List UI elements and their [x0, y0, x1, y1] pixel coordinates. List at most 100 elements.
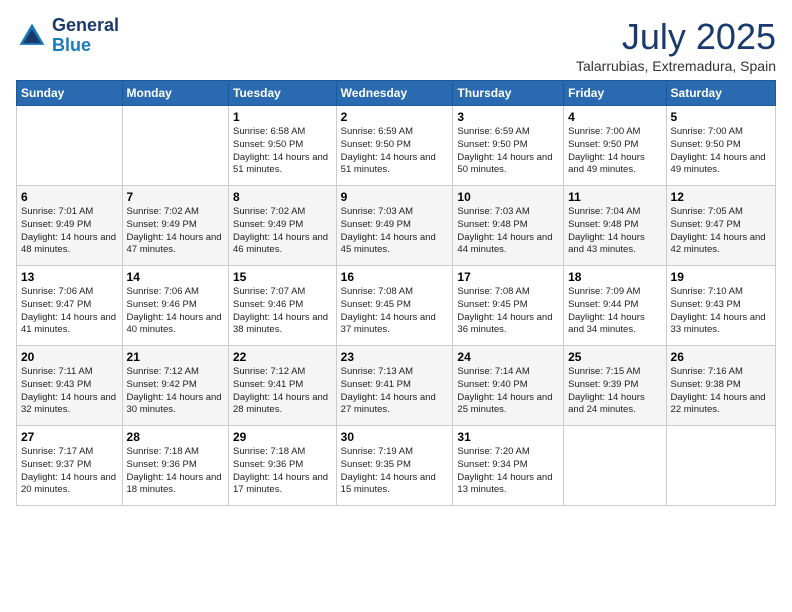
day-info: Sunrise: 7:10 AM Sunset: 9:43 PM Dayligh…: [671, 286, 771, 337]
day-info: Sunrise: 7:18 AM Sunset: 9:36 PM Dayligh…: [233, 446, 332, 497]
day-info: Sunrise: 7:04 AM Sunset: 9:48 PM Dayligh…: [568, 206, 661, 257]
day-info: Sunrise: 7:06 AM Sunset: 9:46 PM Dayligh…: [127, 286, 224, 337]
day-info: Sunrise: 7:20 AM Sunset: 9:34 PM Dayligh…: [457, 446, 559, 497]
calendar-cell: 14 Sunrise: 7:06 AM Sunset: 9:46 PM Dayli…: [122, 266, 228, 346]
calendar-cell: 24 Sunrise: 7:14 AM Sunset: 9:40 PM Dayli…: [453, 346, 564, 426]
day-info: Sunrise: 7:09 AM Sunset: 9:44 PM Dayligh…: [568, 286, 661, 337]
day-info: Sunrise: 7:06 AM Sunset: 9:47 PM Dayligh…: [21, 286, 118, 337]
day-info: Sunrise: 6:59 AM Sunset: 9:50 PM Dayligh…: [341, 126, 449, 177]
day-info: Sunrise: 7:11 AM Sunset: 9:43 PM Dayligh…: [21, 366, 118, 417]
calendar-cell: 11 Sunrise: 7:04 AM Sunset: 9:48 PM Dayli…: [564, 186, 666, 266]
calendar-cell: 18 Sunrise: 7:09 AM Sunset: 9:44 PM Dayli…: [564, 266, 666, 346]
day-info: Sunrise: 7:00 AM Sunset: 9:50 PM Dayligh…: [671, 126, 771, 177]
location-subtitle: Talarrubias, Extremadura, Spain: [576, 58, 776, 74]
day-info: Sunrise: 7:14 AM Sunset: 9:40 PM Dayligh…: [457, 366, 559, 417]
day-info: Sunrise: 7:17 AM Sunset: 9:37 PM Dayligh…: [21, 446, 118, 497]
day-number: 19: [671, 270, 771, 284]
calendar-week-2: 6Sunrise: 7:01 AM Sunset: 9:49 PM Daylig…: [17, 186, 776, 266]
day-info: Sunrise: 7:16 AM Sunset: 9:38 PM Dayligh…: [671, 366, 771, 417]
calendar-cell: 17 Sunrise: 7:08 AM Sunset: 9:45 PM Dayli…: [453, 266, 564, 346]
day-info: Sunrise: 7:03 AM Sunset: 9:49 PM Dayligh…: [341, 206, 449, 257]
calendar-cell: 3 Sunrise: 6:59 AM Sunset: 9:50 PM Daylig…: [453, 106, 564, 186]
day-number: 22: [233, 350, 332, 364]
day-info: Sunrise: 7:07 AM Sunset: 9:46 PM Dayligh…: [233, 286, 332, 337]
day-number: 3: [457, 110, 559, 124]
day-info: Sunrise: 7:08 AM Sunset: 9:45 PM Dayligh…: [457, 286, 559, 337]
day-number: 17: [457, 270, 559, 284]
day-number: 2: [341, 110, 449, 124]
calendar-cell: 9 Sunrise: 7:03 AM Sunset: 9:49 PM Daylig…: [336, 186, 453, 266]
title-block: July 2025 Talarrubias, Extremadura, Spai…: [576, 16, 776, 74]
day-info: Sunrise: 7:05 AM Sunset: 9:47 PM Dayligh…: [671, 206, 771, 257]
calendar-table: SundayMondayTuesdayWednesdayThursdayFrid…: [16, 80, 776, 506]
calendar-cell: 5 Sunrise: 7:00 AM Sunset: 9:50 PM Daylig…: [666, 106, 775, 186]
calendar-cell: 27 Sunrise: 7:17 AM Sunset: 9:37 PM Dayli…: [17, 426, 123, 506]
calendar-week-5: 27 Sunrise: 7:17 AM Sunset: 9:37 PM Dayli…: [17, 426, 776, 506]
calendar-cell: 1Sunrise: 6:58 AM Sunset: 9:50 PM Daylig…: [229, 106, 337, 186]
day-number: 4: [568, 110, 661, 124]
calendar-cell: [564, 426, 666, 506]
day-number: 27: [21, 430, 118, 444]
calendar-cell: 19 Sunrise: 7:10 AM Sunset: 9:43 PM Dayli…: [666, 266, 775, 346]
calendar-cell: [666, 426, 775, 506]
weekday-header-thursday: Thursday: [453, 81, 564, 106]
day-number: 12: [671, 190, 771, 204]
calendar-cell: [122, 106, 228, 186]
page-header: General Blue July 2025 Talarrubias, Extr…: [16, 16, 776, 74]
calendar-cell: 6Sunrise: 7:01 AM Sunset: 9:49 PM Daylig…: [17, 186, 123, 266]
weekday-header-saturday: Saturday: [666, 81, 775, 106]
day-info: Sunrise: 6:59 AM Sunset: 9:50 PM Dayligh…: [457, 126, 559, 177]
day-number: 14: [127, 270, 224, 284]
weekday-header-tuesday: Tuesday: [229, 81, 337, 106]
day-number: 21: [127, 350, 224, 364]
calendar-week-3: 13 Sunrise: 7:06 AM Sunset: 9:47 PM Dayli…: [17, 266, 776, 346]
calendar-cell: 22 Sunrise: 7:12 AM Sunset: 9:41 PM Dayli…: [229, 346, 337, 426]
day-number: 29: [233, 430, 332, 444]
calendar-cell: 15 Sunrise: 7:07 AM Sunset: 9:46 PM Dayli…: [229, 266, 337, 346]
calendar-cell: 23 Sunrise: 7:13 AM Sunset: 9:41 PM Dayli…: [336, 346, 453, 426]
day-number: 5: [671, 110, 771, 124]
day-info: Sunrise: 7:02 AM Sunset: 9:49 PM Dayligh…: [127, 206, 224, 257]
weekday-header-wednesday: Wednesday: [336, 81, 453, 106]
calendar-cell: 29 Sunrise: 7:18 AM Sunset: 9:36 PM Dayli…: [229, 426, 337, 506]
logo-icon: [16, 20, 48, 52]
calendar-cell: 21Sunrise: 7:12 AM Sunset: 9:42 PM Dayli…: [122, 346, 228, 426]
calendar-cell: 31 Sunrise: 7:20 AM Sunset: 9:34 PM Dayli…: [453, 426, 564, 506]
day-info: Sunrise: 7:08 AM Sunset: 9:45 PM Dayligh…: [341, 286, 449, 337]
calendar-cell: 2 Sunrise: 6:59 AM Sunset: 9:50 PM Daylig…: [336, 106, 453, 186]
calendar-cell: 8Sunrise: 7:02 AM Sunset: 9:49 PM Daylig…: [229, 186, 337, 266]
day-info: Sunrise: 7:19 AM Sunset: 9:35 PM Dayligh…: [341, 446, 449, 497]
calendar-cell: 20Sunrise: 7:11 AM Sunset: 9:43 PM Dayli…: [17, 346, 123, 426]
calendar-cell: 7 Sunrise: 7:02 AM Sunset: 9:49 PM Daylig…: [122, 186, 228, 266]
day-number: 15: [233, 270, 332, 284]
day-number: 11: [568, 190, 661, 204]
calendar-week-4: 20Sunrise: 7:11 AM Sunset: 9:43 PM Dayli…: [17, 346, 776, 426]
day-info: Sunrise: 7:00 AM Sunset: 9:50 PM Dayligh…: [568, 126, 661, 177]
month-title: July 2025: [576, 16, 776, 58]
day-number: 1: [233, 110, 332, 124]
weekday-header-monday: Monday: [122, 81, 228, 106]
day-number: 10: [457, 190, 559, 204]
day-number: 18: [568, 270, 661, 284]
day-info: Sunrise: 7:01 AM Sunset: 9:49 PM Dayligh…: [21, 206, 118, 257]
day-number: 24: [457, 350, 559, 364]
day-info: Sunrise: 7:13 AM Sunset: 9:41 PM Dayligh…: [341, 366, 449, 417]
calendar-cell: 12 Sunrise: 7:05 AM Sunset: 9:47 PM Dayli…: [666, 186, 775, 266]
day-number: 7: [127, 190, 224, 204]
calendar-week-1: 1Sunrise: 6:58 AM Sunset: 9:50 PM Daylig…: [17, 106, 776, 186]
day-number: 31: [457, 430, 559, 444]
calendar-cell: 13 Sunrise: 7:06 AM Sunset: 9:47 PM Dayli…: [17, 266, 123, 346]
calendar-cell: 25Sunrise: 7:15 AM Sunset: 9:39 PM Dayli…: [564, 346, 666, 426]
day-number: 9: [341, 190, 449, 204]
weekday-header-friday: Friday: [564, 81, 666, 106]
day-number: 13: [21, 270, 118, 284]
day-number: 30: [341, 430, 449, 444]
calendar-cell: 10Sunrise: 7:03 AM Sunset: 9:48 PM Dayli…: [453, 186, 564, 266]
calendar-cell: 26Sunrise: 7:16 AM Sunset: 9:38 PM Dayli…: [666, 346, 775, 426]
day-number: 25: [568, 350, 661, 364]
day-number: 23: [341, 350, 449, 364]
calendar-cell: 16Sunrise: 7:08 AM Sunset: 9:45 PM Dayli…: [336, 266, 453, 346]
calendar-cell: 4 Sunrise: 7:00 AM Sunset: 9:50 PM Daylig…: [564, 106, 666, 186]
weekday-header-sunday: Sunday: [17, 81, 123, 106]
day-info: Sunrise: 7:12 AM Sunset: 9:41 PM Dayligh…: [233, 366, 332, 417]
